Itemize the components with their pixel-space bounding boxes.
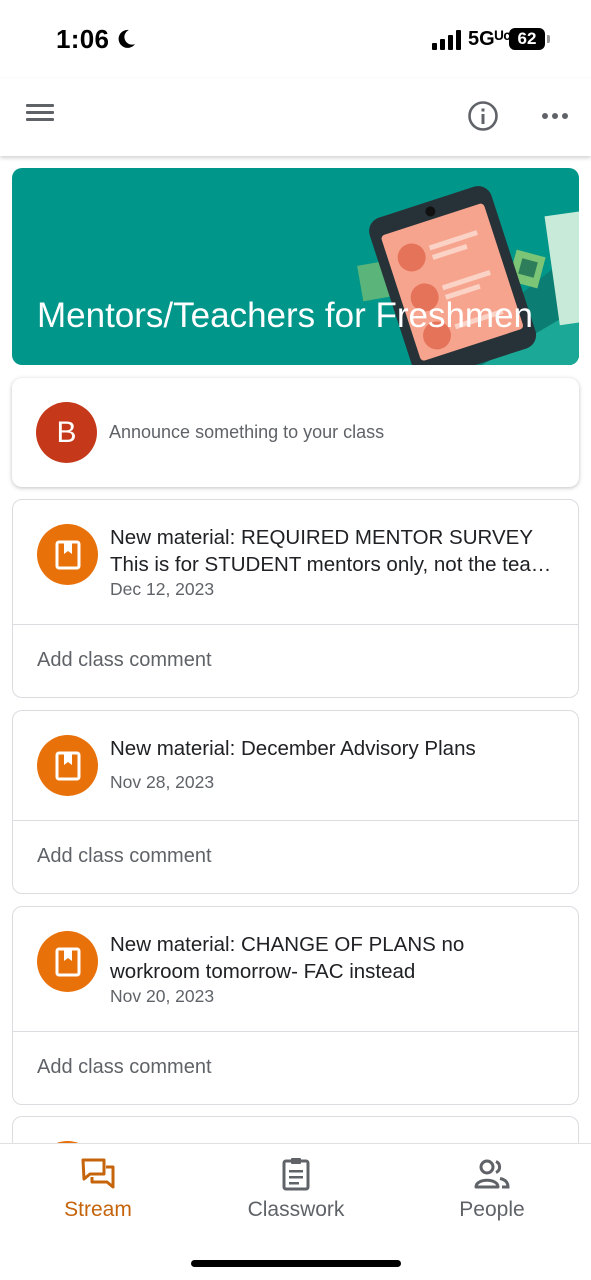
post-card: New material: CHANGE OF PLANS no workroo… bbox=[12, 906, 579, 1105]
post-header[interactable]: New material: REQUIRED MENTOR SURVEY Thi… bbox=[13, 500, 578, 625]
info-icon[interactable] bbox=[465, 98, 501, 134]
post-card: New material: December Advisory Plans No… bbox=[12, 710, 579, 894]
post-title: New material: CHANGE OF PLANS no workroo… bbox=[110, 931, 560, 985]
post-title-line1: New material: CHANGE OF PLANS no bbox=[110, 933, 465, 956]
avatar: B bbox=[36, 402, 97, 463]
class-title: Mentors/Teachers for Freshmen bbox=[37, 296, 534, 335]
add-comment-button[interactable]: Add class comment bbox=[13, 821, 578, 893]
post-title: New material: December Advisory Plans bbox=[110, 735, 560, 762]
stream-icon bbox=[81, 1158, 115, 1189]
home-indicator[interactable] bbox=[191, 1260, 401, 1267]
add-comment-label: Add class comment bbox=[37, 649, 212, 671]
status-time: 1:06 bbox=[56, 24, 110, 54]
post-header[interactable]: New material: CHANGE OF PLANS no workroo… bbox=[13, 907, 578, 1032]
post-title-line1: New material: December Advisory Plans bbox=[110, 737, 476, 760]
tab-classwork[interactable]: Classwork bbox=[221, 1154, 371, 1234]
post-header[interactable]: New material: December Advisory Plans No… bbox=[13, 711, 578, 821]
post-title-line2: This is for STUDENT mentors only, not th… bbox=[110, 553, 560, 576]
classwork-icon bbox=[282, 1158, 310, 1191]
post-date: Nov 28, 2023 bbox=[110, 772, 215, 792]
signal-icon bbox=[432, 30, 461, 50]
announce-card[interactable]: B Announce something to your class bbox=[12, 378, 579, 487]
battery-icon: 62 bbox=[509, 28, 545, 50]
app-bar bbox=[0, 78, 591, 156]
book-icon bbox=[37, 931, 98, 992]
post-date: Nov 20, 2023 bbox=[110, 986, 215, 1006]
post-card: New material: REQUIRED MENTOR SURVEY Thi… bbox=[12, 499, 579, 698]
more-horizontal-icon[interactable] bbox=[538, 98, 574, 134]
tab-classwork-label: Classwork bbox=[247, 1198, 345, 1221]
add-comment-button[interactable]: Add class comment bbox=[13, 625, 578, 697]
post-title-line1: New material: REQUIRED MENTOR SURVEY bbox=[110, 526, 533, 549]
book-icon bbox=[37, 735, 98, 796]
announce-placeholder: Announce something to your class bbox=[109, 422, 385, 442]
post-date: Dec 12, 2023 bbox=[110, 579, 215, 599]
post-title: New material: REQUIRED MENTOR SURVEY Thi… bbox=[110, 524, 560, 578]
tab-stream-label: Stream bbox=[64, 1198, 132, 1221]
add-comment-label: Add class comment bbox=[37, 845, 212, 867]
hamburger-menu-icon[interactable] bbox=[26, 100, 58, 132]
class-banner: Mentors/Teachers for Freshmen bbox=[12, 168, 579, 365]
status-bar: 1:06 5Gᵁᶜ 62 bbox=[0, 0, 591, 78]
people-icon bbox=[474, 1159, 510, 1189]
book-icon bbox=[37, 524, 98, 585]
post-title-line2: workroom tomorrow- FAC instead bbox=[110, 960, 416, 983]
tab-people[interactable]: People bbox=[417, 1154, 567, 1234]
network-label: 5Gᵁᶜ bbox=[468, 28, 511, 50]
moon-icon bbox=[118, 29, 135, 48]
add-comment-button[interactable]: Add class comment bbox=[13, 1032, 578, 1104]
add-comment-label: Add class comment bbox=[37, 1056, 212, 1078]
tab-people-label: People bbox=[459, 1198, 525, 1221]
bottom-navigation: Stream Classwork People bbox=[0, 1143, 591, 1280]
battery-cap bbox=[547, 35, 550, 43]
tab-stream[interactable]: Stream bbox=[23, 1154, 173, 1234]
